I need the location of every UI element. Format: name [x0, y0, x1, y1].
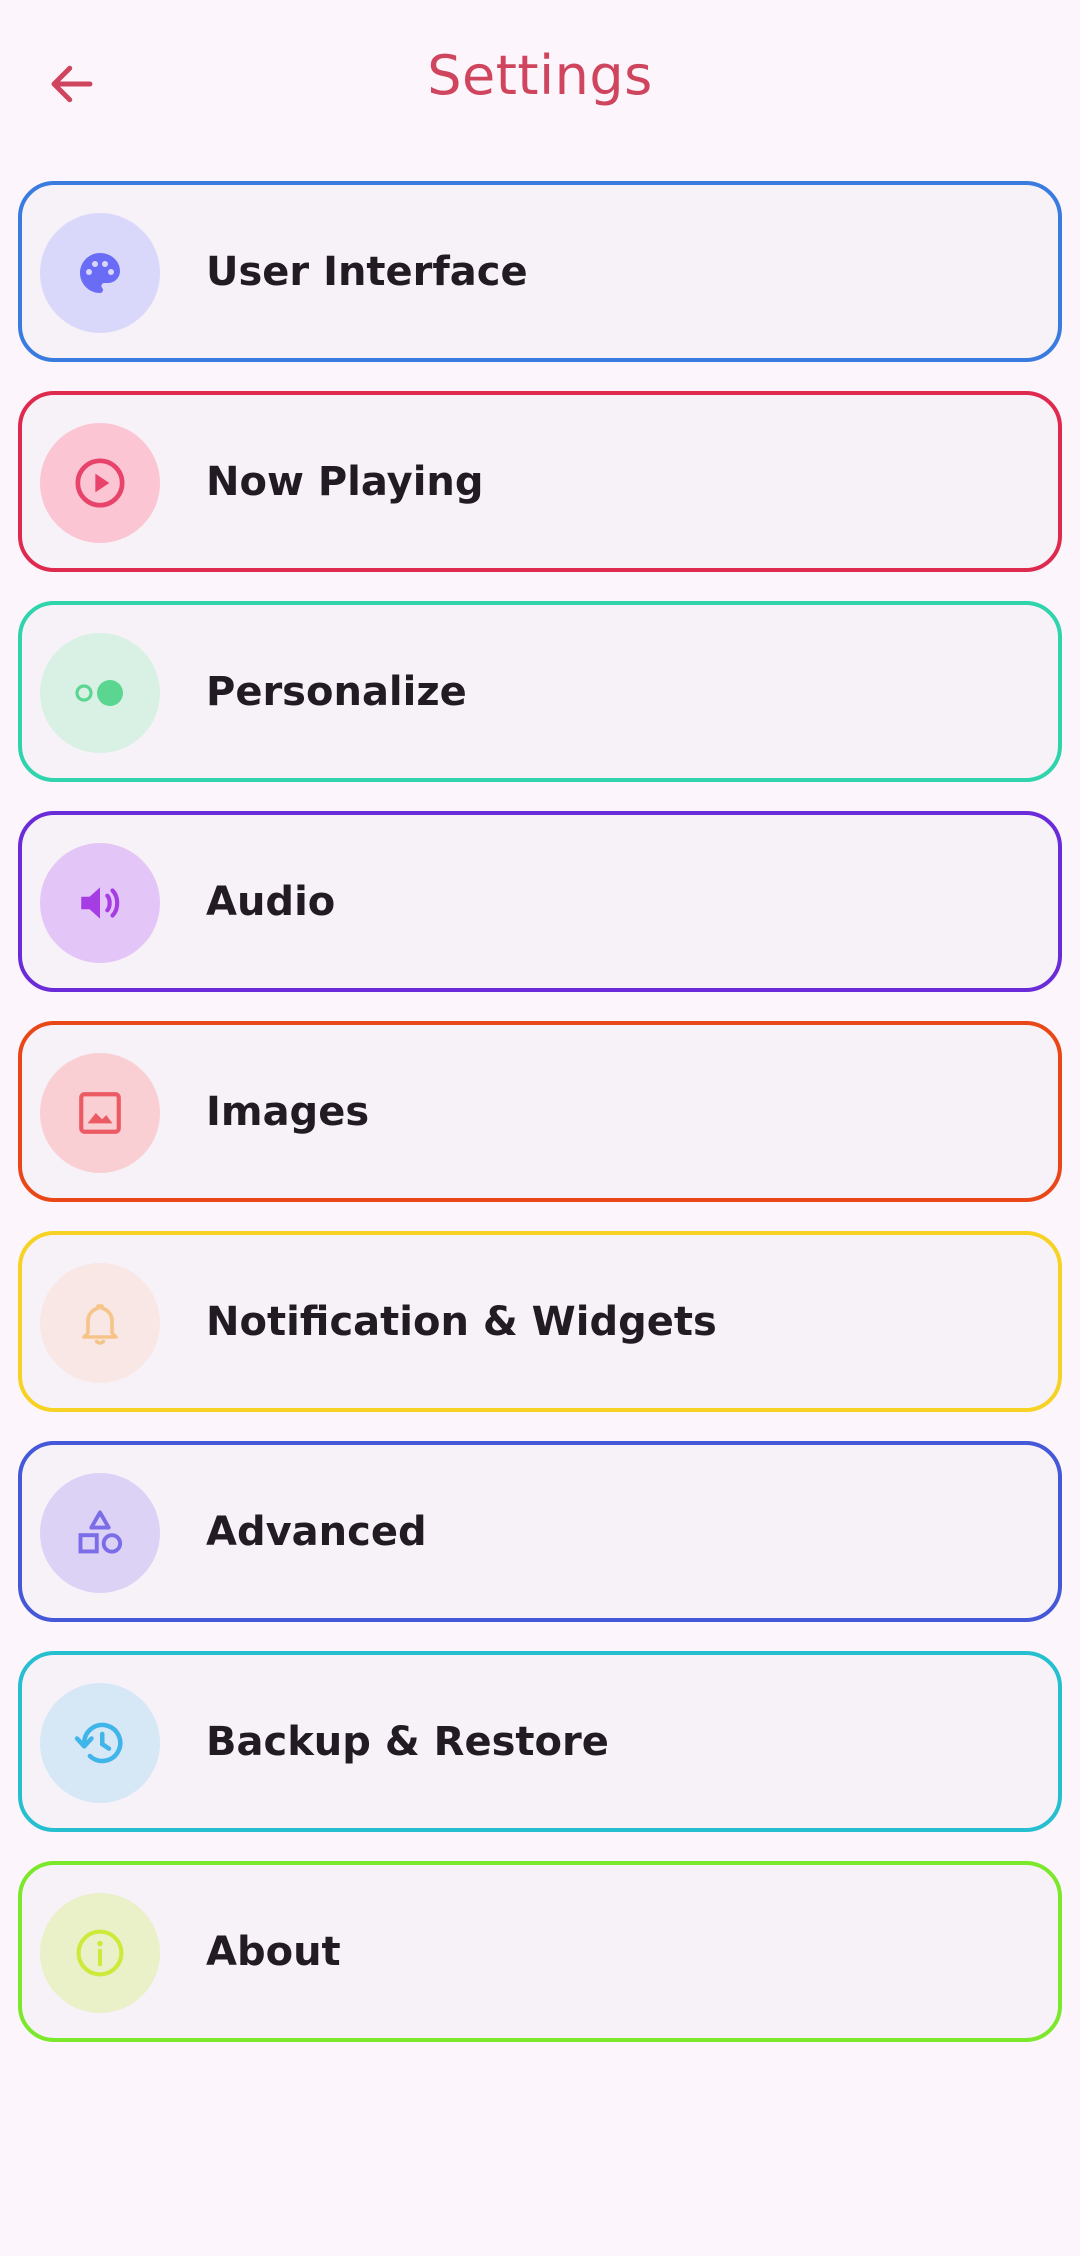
- info-icon: [76, 1929, 124, 1977]
- settings-item-personalize[interactable]: Personalize: [18, 601, 1062, 782]
- settings-list: User Interface Now Playing Personalize A…: [18, 181, 1062, 2071]
- icon-badge: [40, 843, 160, 963]
- settings-item-about[interactable]: About: [18, 1861, 1062, 2042]
- settings-item-user-interface[interactable]: User Interface: [18, 181, 1062, 362]
- icon-badge: [40, 213, 160, 333]
- play-circle-icon: [75, 458, 125, 508]
- settings-item-audio[interactable]: Audio: [18, 811, 1062, 992]
- item-label: Personalize: [206, 668, 467, 715]
- item-label: Notification & Widgets: [206, 1298, 717, 1345]
- volume-icon: [81, 887, 120, 919]
- toggle-icon: [75, 680, 123, 706]
- item-label: Backup & Restore: [206, 1718, 609, 1765]
- bell-icon: [82, 1304, 118, 1345]
- icon-badge: [40, 1683, 160, 1803]
- icon-badge: [40, 423, 160, 543]
- settings-item-advanced[interactable]: Advanced: [18, 1441, 1062, 1622]
- icon-badge: [40, 1263, 160, 1383]
- history-icon: [74, 1722, 123, 1764]
- palette-icon: [80, 253, 120, 293]
- image-icon: [79, 1092, 121, 1134]
- page-title: Settings: [427, 44, 653, 107]
- settings-item-now-playing[interactable]: Now Playing: [18, 391, 1062, 572]
- item-label: User Interface: [206, 248, 528, 295]
- shapes-icon: [78, 1510, 123, 1554]
- settings-item-images[interactable]: Images: [18, 1021, 1062, 1202]
- item-label: Now Playing: [206, 458, 484, 505]
- icon-badge: [40, 633, 160, 753]
- icon-badge: [40, 1053, 160, 1173]
- item-label: Advanced: [206, 1508, 427, 1555]
- item-label: Images: [206, 1088, 370, 1135]
- item-label: Audio: [206, 878, 336, 925]
- icon-badge: [40, 1473, 160, 1593]
- top-app-bar: Settings: [0, 0, 1080, 170]
- settings-item-backup-restore[interactable]: Backup & Restore: [18, 1651, 1062, 1832]
- icon-badge: [40, 1893, 160, 2013]
- item-label: About: [206, 1928, 341, 1975]
- settings-item-notification-widgets[interactable]: Notification & Widgets: [18, 1231, 1062, 1412]
